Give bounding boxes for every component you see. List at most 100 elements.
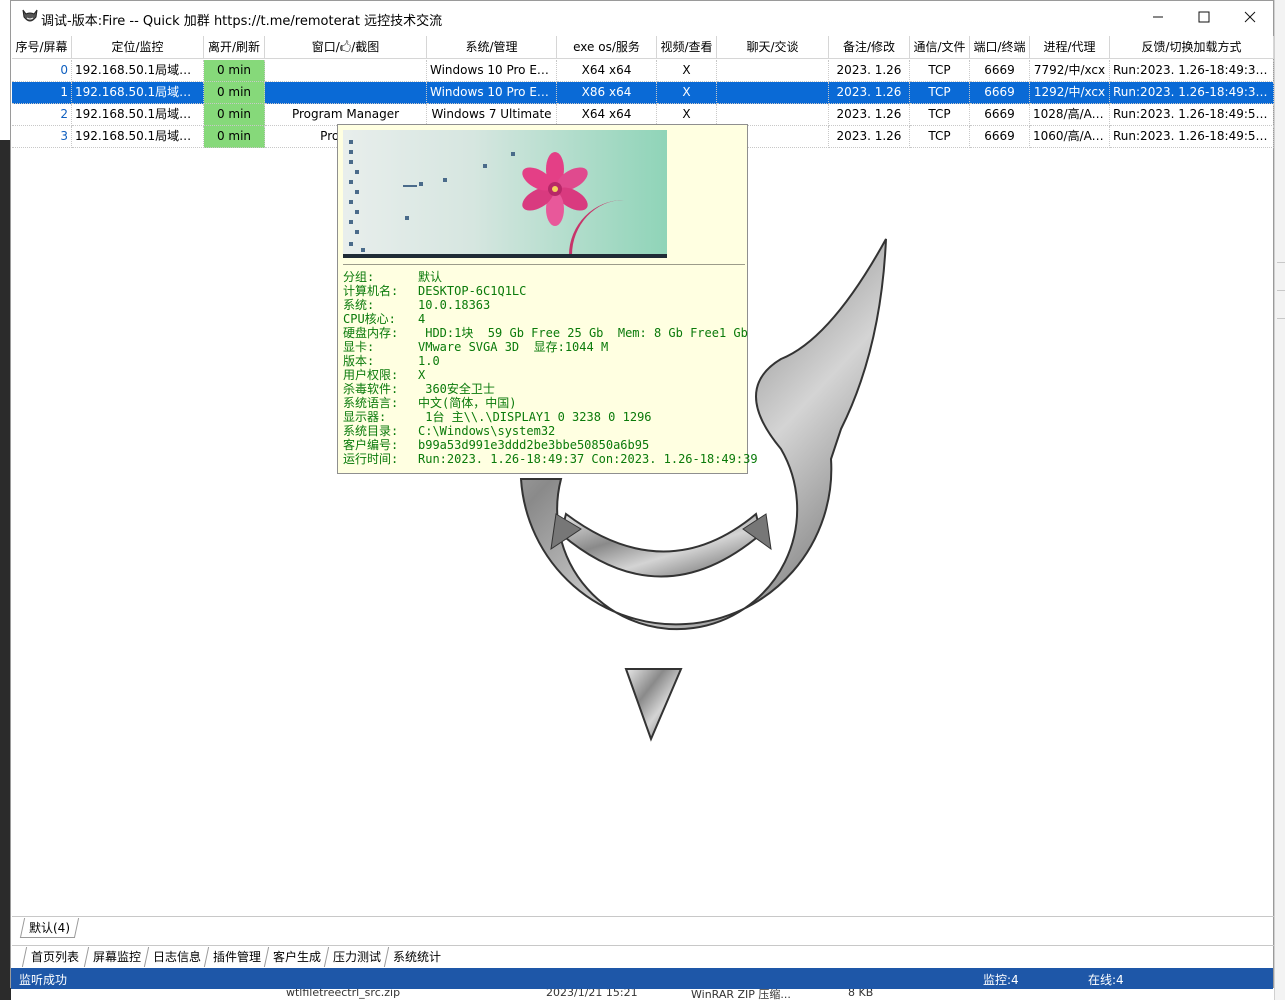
minimize-button[interactable] xyxy=(1135,1,1181,33)
bg-file-name: wtlfiletreectrl_src.zip xyxy=(286,988,401,999)
cell-location: 192.168.50.1局域网 ... xyxy=(72,104,204,126)
close-button[interactable] xyxy=(1227,1,1273,33)
cell-away: 0 min xyxy=(204,60,265,82)
status-bar: 监听成功 监控:4 在线:4 xyxy=(11,968,1273,989)
info-key: 系统: xyxy=(343,298,375,312)
info-line: 运行时间: Run:2023. 1.26-18:49:37 Con:2023. 1… xyxy=(343,452,758,466)
info-value: 默认 xyxy=(418,270,443,284)
info-key: 硬盘内存: xyxy=(343,326,399,340)
info-value: C:\Windows\system32 xyxy=(418,424,556,438)
info-line: 显卡: VMware SVGA 3D 显存:1044 M xyxy=(343,340,758,354)
header-col-system[interactable]: 系统/管理 xyxy=(427,36,557,59)
cell-window xyxy=(265,60,427,82)
tab-label: 首页列表 xyxy=(31,950,80,964)
info-line: 版本: 1.0 xyxy=(343,354,758,368)
info-value: b99a53d991e3ddd2be3bbe50850a6b95 xyxy=(418,438,650,452)
tab-label: 日志信息 xyxy=(153,950,202,964)
info-value: 1.0 xyxy=(418,354,440,368)
header-col-index[interactable]: 序号/屏幕 xyxy=(12,36,72,59)
cell-location: 192.168.50.1局域网 ... xyxy=(72,126,204,148)
tab-log-info[interactable]: 日志信息 xyxy=(143,947,210,967)
client-info-list: 分组: 默认计算机名: DESKTOP-6C1Q1LC 系统: 10.0.18363 CP… xyxy=(343,270,758,466)
group-tab-bar: 默认(4) xyxy=(12,916,1274,938)
tab-system-stats[interactable]: 系统统计 xyxy=(383,947,450,967)
info-value: Run:2023. 1.26-18:49:37 Con:2023. 1.26-1… xyxy=(418,452,758,466)
cell-away: 0 min xyxy=(204,104,265,126)
info-value: X xyxy=(418,368,426,382)
info-line: 用户权限: X xyxy=(343,368,758,382)
cell-video: X xyxy=(657,82,717,104)
table-row[interactable]: 1 192.168.50.1局域网 ... 0 min Windows 10 Pro … xyxy=(12,82,1274,104)
info-key: 客户编号: xyxy=(343,438,399,452)
info-line: 分组: 默认 xyxy=(343,270,758,284)
cell-comm: TCP xyxy=(910,126,970,148)
tab-plugin-manage[interactable]: 插件管理 xyxy=(203,947,270,967)
tab-label: 屏幕监控 xyxy=(93,950,142,964)
close-icon xyxy=(1244,11,1256,23)
maximize-button[interactable] xyxy=(1181,1,1227,33)
table-row[interactable]: 2 192.168.50.1局域网 ... 0 min Program Manager… xyxy=(12,104,1274,126)
cell-process: 1028/高/Ad... xyxy=(1030,104,1110,126)
tab-client-build[interactable]: 客户生成 xyxy=(263,947,330,967)
bg-file-type: WinRAR ZIP 压缩... xyxy=(691,988,791,1000)
header-col-comm[interactable]: 通信/文件 xyxy=(910,36,970,59)
header-col-away[interactable]: 离开/刷新 xyxy=(204,36,265,59)
info-value: 10.0.18363 xyxy=(418,298,491,312)
info-line: 硬盘内存: HDD:1块 59 Gb Free 25 Gb Mem: 8 Gb … xyxy=(343,326,758,340)
tab-stress-test[interactable]: 压力测试 xyxy=(323,947,390,967)
header-col-window[interactable]: 窗口/🖒/截图 xyxy=(265,36,427,59)
tab-label: 插件管理 xyxy=(213,950,262,964)
header-col-feedback[interactable]: 反馈/切换加载方式 xyxy=(1110,36,1274,59)
info-key: 计算机名: xyxy=(343,284,399,298)
cell-exe: X64 x64 xyxy=(557,60,657,82)
cell-video: X xyxy=(657,104,717,126)
monitor-count: 监控:4 xyxy=(983,973,1019,987)
tab-label: 压力测试 xyxy=(333,950,382,964)
cell-note: 2023. 1.26 xyxy=(829,82,910,104)
header-col-chat[interactable]: 聊天/交谈 xyxy=(717,36,829,59)
cell-port: 6669 xyxy=(970,60,1030,82)
cell-note: 2023. 1.26 xyxy=(829,60,910,82)
info-value: 中文(简体，中国) xyxy=(418,396,517,410)
group-tab-label: 默认(4) xyxy=(29,921,70,935)
bg-file-date: 2023/1/21 15:21 xyxy=(546,988,638,999)
header-col-port[interactable]: 端口/终端 xyxy=(970,36,1030,59)
cell-location: 192.168.50.1局域网 ... xyxy=(72,60,204,82)
info-value: DESKTOP-6C1Q1LC xyxy=(418,284,527,298)
minimize-icon xyxy=(1153,16,1163,18)
cell-chat xyxy=(717,104,829,126)
maximize-icon xyxy=(1198,11,1210,23)
cell-index: 2 xyxy=(12,104,72,126)
cell-feedback: Run:2023. 1.26-18:49:58 C... xyxy=(1110,104,1274,126)
info-line: 显示器: 1台 主\\.\DISPLAY1 0 3238 0 1296 xyxy=(343,410,758,424)
info-line: 系统目录: C:\Windows\system32 xyxy=(343,424,758,438)
group-tab-default[interactable]: 默认(4) xyxy=(19,918,80,938)
info-value: HDD:1块 59 Gb Free 25 Gb Mem: 8 Gb Free1 … xyxy=(418,326,748,340)
info-key: 分组: xyxy=(343,270,375,284)
title-bar[interactable]: 调试-版本:Fire -- Quick 加群 https://t.me/remo… xyxy=(11,1,1273,35)
cell-feedback: Run:2023. 1.26-18:49:59 C... xyxy=(1110,126,1274,148)
cell-exe: X64 x64 xyxy=(557,104,657,126)
tab-screen-monitor[interactable]: 屏幕监控 xyxy=(83,947,150,967)
info-key: 系统目录: xyxy=(343,424,399,438)
info-value: 4 xyxy=(418,312,426,326)
info-key: 用户权限: xyxy=(343,368,399,382)
window-title: 调试-版本:Fire -- Quick 加群 https://t.me/remo… xyxy=(41,14,443,29)
cell-note: 2023. 1.26 xyxy=(829,126,910,148)
header-col-exe[interactable]: exe os/服务 xyxy=(557,36,657,59)
header-col-location[interactable]: 定位/监控 xyxy=(72,36,204,59)
cell-window: Program Manager xyxy=(265,104,427,126)
info-key: 显示器: xyxy=(343,410,387,424)
header-col-note[interactable]: 备注/修改 xyxy=(829,36,910,59)
cell-port: 6669 xyxy=(970,126,1030,148)
cell-index: 3 xyxy=(12,126,72,148)
cell-process: 7792/中/xcx xyxy=(1030,60,1110,82)
info-line: CPU核心: 4 xyxy=(343,312,758,326)
header-col-process[interactable]: 进程/代理 xyxy=(1030,36,1110,59)
tab-home-list[interactable]: 首页列表 xyxy=(21,947,88,967)
desktop-edge-right xyxy=(1274,0,1285,1000)
header-col-video[interactable]: 视频/查看 xyxy=(657,36,717,59)
cell-feedback: Run:2023. 1.26-18:49:37 C... xyxy=(1110,82,1274,104)
table-row[interactable]: 0 192.168.50.1局域网 ... 0 min Windows 10 Pro … xyxy=(12,60,1274,82)
cell-chat xyxy=(717,82,829,104)
